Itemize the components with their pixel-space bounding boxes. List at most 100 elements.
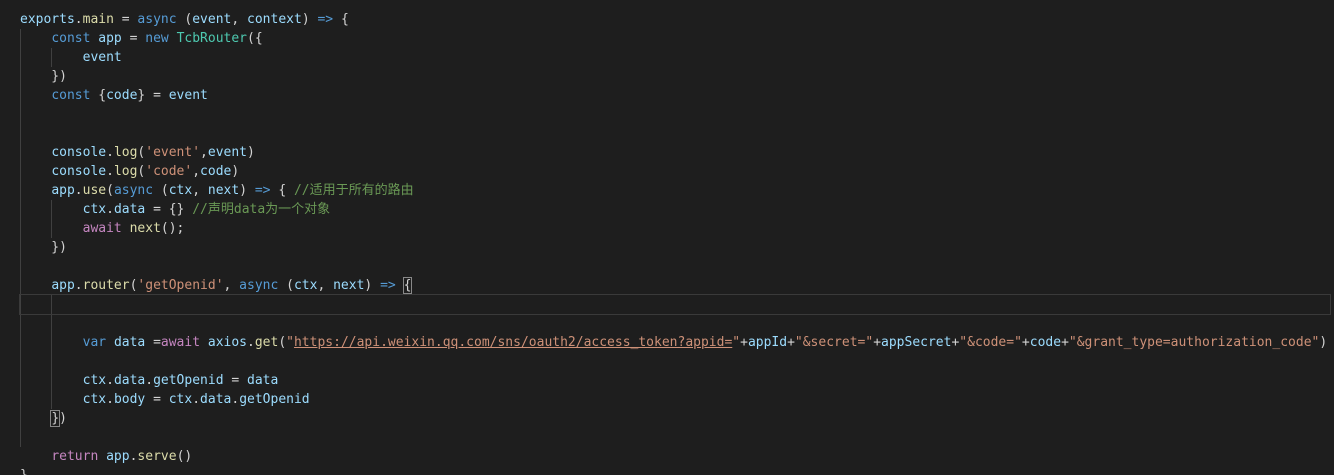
code-line[interactable]: ctx.body = ctx.data.getOpenid — [20, 390, 310, 409]
identifier-token: event — [168, 88, 208, 103]
identifier-token: next — [333, 278, 365, 293]
code-text: ) — [364, 278, 381, 293]
identifier-token: code — [106, 88, 138, 103]
code-text: ( — [278, 278, 294, 293]
string-literal: " — [732, 335, 741, 350]
code-text: } — [20, 468, 28, 475]
identifier-token: app — [51, 183, 75, 198]
code-line[interactable]: console.log('event',event) — [20, 143, 255, 162]
code-line[interactable]: var data =await axios.get("https://api.w… — [20, 333, 1328, 352]
code-text: ( — [153, 183, 169, 198]
code-line[interactable]: }) — [20, 238, 67, 257]
code-text: . — [106, 164, 114, 179]
code-line[interactable]: app.router('getOpenid', async (ctx, next… — [20, 276, 413, 295]
code-text: , — [200, 145, 208, 160]
code-line[interactable]: await next(); — [20, 219, 185, 238]
identifier-token: data — [247, 373, 279, 388]
code-line[interactable]: } — [20, 466, 28, 475]
code-text: . — [192, 392, 201, 407]
function-name-token: get — [254, 335, 279, 350]
code-line[interactable]: }) — [20, 409, 67, 428]
code-text: }) — [20, 240, 67, 255]
code-text: ( — [176, 12, 193, 27]
code-line[interactable]: console.log('code',code) — [20, 162, 239, 181]
string-literal: "&code=" — [959, 335, 1022, 350]
code-line[interactable]: app.use(async (ctx, next) => { //适用于所有的路… — [20, 181, 413, 200]
code-text: { — [90, 88, 107, 103]
code-text: ( — [278, 335, 287, 350]
code-text: + — [873, 335, 882, 350]
identifier-token: app — [106, 449, 130, 464]
code-text: , — [192, 164, 201, 179]
identifier-token: app — [51, 278, 75, 293]
function-name-token: log — [113, 164, 138, 179]
code-text: ( — [106, 183, 114, 198]
identifier-token: ctx — [168, 183, 193, 198]
string-literal: "&secret=" — [794, 335, 874, 350]
string-literal: 'event' — [145, 145, 201, 160]
code-text: ) — [247, 145, 255, 160]
identifier-token: app — [98, 31, 122, 46]
code-text: + — [1021, 335, 1030, 350]
code-text: + — [1061, 335, 1069, 350]
identifier-token: data — [113, 202, 146, 217]
code-line[interactable]: ctx.data.getOpenid = data — [20, 371, 279, 390]
code-text: ) — [1319, 335, 1328, 350]
code-text: (); — [160, 221, 185, 236]
code-line[interactable]: }) — [20, 67, 67, 86]
code-line[interactable]: const app = new TcbRouter({ — [20, 29, 263, 48]
identifier-token: event — [207, 145, 248, 160]
string-literal: "&grant_type=authorization_code" — [1068, 335, 1320, 350]
identifier-token: console — [51, 145, 107, 160]
identifier-token: ctx — [82, 392, 107, 407]
code-line[interactable]: const {code} = event — [20, 86, 208, 105]
keyword-token: => — [254, 183, 271, 198]
matched-bracket: } — [50, 410, 61, 427]
identifier-token: event — [82, 50, 122, 65]
code-line[interactable]: ctx.data = {} //声明data为一个对象 — [20, 200, 331, 219]
code-text: + — [740, 335, 748, 350]
identifier-token: getOpenid — [153, 373, 224, 388]
code-editor[interactable]: exports.main = async (event, context) =>… — [0, 0, 1334, 475]
code-text: = — [145, 335, 161, 350]
code-line[interactable]: exports.main = async (event, context) =>… — [20, 10, 349, 29]
identifier-token: next — [207, 183, 240, 198]
string-literal: " — [286, 335, 294, 350]
code-text: ) — [231, 164, 240, 179]
class-name-token: TcbRouter — [176, 31, 248, 46]
code-text: ({ — [247, 31, 263, 46]
code-text: = — [145, 392, 169, 407]
identifier-token: body — [113, 392, 146, 407]
keyword-token: const — [51, 31, 91, 46]
function-name-token: log — [113, 145, 138, 160]
control-keyword-token: await — [82, 221, 122, 236]
identifier-token: axios — [207, 335, 248, 350]
url-link[interactable]: https://api.weixin.qq.com/sns/oauth2/acc… — [294, 335, 732, 350]
code-line[interactable]: return app.serve() — [20, 447, 192, 466]
code-text: ) — [301, 12, 318, 27]
control-keyword-token: return — [51, 449, 99, 464]
identifier-token: data — [113, 373, 146, 388]
identifier-token: getOpenid — [239, 392, 310, 407]
current-code-line[interactable] — [19, 294, 1331, 315]
code-text: , — [317, 278, 334, 293]
keyword-token: var — [82, 335, 107, 350]
identifier-token: appSecret — [881, 335, 952, 350]
code-line[interactable]: event — [20, 48, 122, 67]
matched-bracket: { — [402, 277, 413, 294]
identifier-token: ctx — [82, 202, 107, 217]
code-text: }) — [20, 69, 67, 84]
